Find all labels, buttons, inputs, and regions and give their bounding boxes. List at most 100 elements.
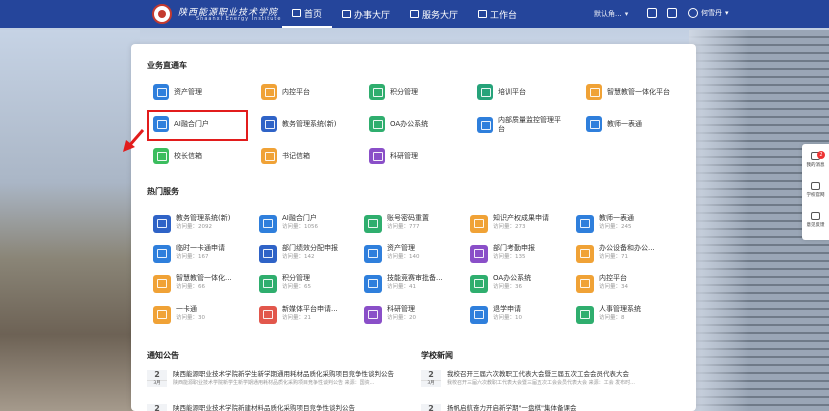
chevron-down-icon: ▾ [624, 10, 629, 18]
business-item[interactable]: OA办公系统 [369, 116, 428, 132]
hot-service-item[interactable]: 技能竞赛审批备... 访问量：41 [364, 274, 443, 293]
date-box: 23月 [147, 404, 167, 411]
hot-service-item[interactable]: 智慧教管一体化... 访问量：66 [153, 274, 232, 293]
business-item[interactable]: 内部质量监控管理平台 [477, 116, 562, 134]
hot-service-visits: 访问量：65 [282, 284, 311, 290]
message-icon[interactable] [647, 8, 657, 18]
business-item-label: 内控平台 [282, 87, 310, 96]
sidebar-label: 学校官网 [806, 193, 825, 198]
hot-service-item[interactable]: 办公设备和办公... 访问量：71 [576, 244, 655, 263]
hot-service-name: 部门考勤申报 [493, 244, 535, 252]
nav-label: 工作台 [490, 10, 518, 21]
business-item[interactable]: AI融合门户 [153, 116, 209, 132]
hot-service-visits: 访问量：245 [599, 224, 632, 230]
notification-icon[interactable] [667, 8, 677, 18]
nav-service-hall[interactable]: 办事大厅 [332, 0, 400, 28]
hot-service-name: 一卡通 [176, 305, 197, 313]
nav-services[interactable]: 服务大厅 [400, 0, 468, 28]
business-item-label: 教务管理系统(新) [282, 119, 337, 128]
hot-service-item[interactable]: 教务管理系统(新) 访问量：2092 [153, 214, 230, 233]
hot-service-item[interactable]: 一卡通 访问量：30 [153, 305, 205, 324]
hot-service-item[interactable]: 教师一表通 访问量：245 [576, 214, 634, 233]
hot-service-item[interactable]: 科研管理 访问量：20 [364, 305, 416, 324]
role-selector[interactable]: 默认角... ▾ [594, 9, 628, 19]
hot-service-item[interactable]: 退学申请 访问量：10 [470, 305, 522, 324]
business-item[interactable]: 科研管理 [369, 148, 418, 164]
hot-service-name: 教务管理系统(新) [176, 214, 231, 222]
home-icon [811, 182, 820, 190]
news-summary: 我校召开三届六次教职工代表大会暨三届五次工会会员代表大会 来源：工会 发布时..… [447, 380, 635, 386]
hot-service-visits: 访问量：2092 [176, 224, 212, 230]
date-box: 23月 [421, 404, 441, 411]
business-item[interactable]: 校长信箱 [153, 148, 202, 164]
business-item[interactable]: 教务管理系统(新) [261, 116, 336, 132]
hot-service-visits: 访问量：20 [387, 315, 416, 321]
notices-title: 通知公告 [147, 351, 179, 360]
business-item[interactable]: 内控平台 [261, 84, 310, 100]
hot-service-name: 内控平台 [599, 274, 627, 282]
business-item[interactable]: 教师一表通 [586, 116, 642, 132]
hot-service-item[interactable]: AI融合门户 访问量：1056 [259, 214, 318, 233]
news-summary: 陕西能源职业技术学院新学生新学期通用耗材品质化采购项目竞争性谈判公告 来源：国资… [173, 380, 375, 386]
date-day: 2 [154, 404, 160, 411]
hot-service-name: 技能竞赛审批备... [387, 274, 443, 282]
news-item[interactable]: 23月陕西能源职业技术学院新建材料品质化采购项目竞争性谈判公告 [147, 404, 411, 411]
business-item-label: 教师一表通 [607, 119, 642, 128]
hot-service-item[interactable]: 账号密码重置 访问量：777 [364, 214, 429, 233]
app-icon [261, 148, 277, 164]
user-menu[interactable]: 何雪丹 ▾ [688, 8, 729, 18]
hot-service-item[interactable]: 知识产权成果申请 访问量：273 [470, 214, 549, 233]
news-item[interactable]: 2 3月 陕西能源职业技术学院新学生新学期通用耗材品质化采购项目竞争性谈判公告 陕西能… [147, 370, 411, 387]
sidebar-my-messages[interactable]: 我的消息 2 [802, 151, 829, 168]
hot-service-item[interactable]: 新媒体平台申请... 访问量：21 [259, 305, 338, 324]
app-icon [576, 275, 594, 293]
hot-service-item[interactable]: 积分管理 访问量：65 [259, 274, 311, 293]
hot-service-name: 智慧教管一体化... [176, 274, 232, 282]
hot-service-visits: 访问量：140 [387, 254, 420, 260]
hot-service-item[interactable]: OA办公系统 访问量：36 [470, 274, 531, 293]
nav-label: 首页 [304, 9, 323, 20]
app-icon [364, 245, 382, 263]
hot-service-item[interactable]: 人事管理系统 访问量：8 [576, 305, 641, 324]
nav-home[interactable]: 首页 [282, 0, 333, 28]
app-icon [153, 148, 169, 164]
app-icon [261, 84, 277, 100]
app-icon [364, 215, 382, 233]
business-item[interactable]: 书记信箱 [261, 148, 310, 164]
hot-service-item[interactable]: 临时一卡通申请 访问量：167 [153, 244, 225, 263]
sidebar-school-site[interactable]: 学校官网 [802, 182, 829, 198]
hot-service-item[interactable]: 资产管理 访问量：140 [364, 244, 420, 263]
app-icon [259, 306, 277, 324]
app-icon [477, 84, 493, 100]
app-icon [576, 215, 594, 233]
app-icon [586, 84, 602, 100]
hot-service-name: 退学申请 [493, 305, 521, 313]
news-item[interactable]: 2 3月 我校召开三届六次教职工代表大会暨三届五次工会会员代表大会 我校召开三届六次教… [421, 370, 685, 387]
app-icon [153, 215, 171, 233]
app-icon [470, 275, 488, 293]
business-item[interactable]: 智慧教管一体化平台 [586, 84, 670, 100]
hot-service-item[interactable]: 内控平台 访问量：34 [576, 274, 628, 293]
app-icon [576, 306, 594, 324]
business-item-label: 积分管理 [390, 87, 418, 96]
date-day: 2 [428, 370, 434, 379]
hot-service-item[interactable]: 部门绩效分配申报 访问量：142 [259, 244, 338, 263]
sidebar-feedback[interactable]: 意见反馈 [802, 212, 829, 228]
business-item[interactable]: 资产管理 [153, 84, 202, 100]
app-icon [153, 275, 171, 293]
news-title: 陕西能源职业技术学院新建材料品质化采购项目竞争性谈判公告 [173, 404, 355, 411]
hot-service-visits: 访问量：777 [387, 224, 420, 230]
nav-workbench[interactable]: 工作台 [468, 0, 527, 28]
background-left [0, 30, 140, 411]
grid-icon [410, 10, 420, 18]
hot-service-name: 账号密码重置 [387, 214, 429, 222]
home-icon [292, 9, 301, 17]
app-icon [259, 245, 277, 263]
hot-service-item[interactable]: 部门考勤申报 访问量：135 [470, 244, 535, 263]
business-item[interactable]: 培训平台 [477, 84, 526, 100]
news-item[interactable]: 23月扬帆启航奋力开启新学期"一盘棋"集体备课会 [421, 404, 685, 411]
hot-service-name: 人事管理系统 [599, 305, 641, 313]
business-item[interactable]: 积分管理 [369, 84, 418, 100]
main-nav: 首页 办事大厅 服务大厅 工作台 [282, 0, 527, 28]
business-item-label: OA办公系统 [390, 119, 429, 128]
